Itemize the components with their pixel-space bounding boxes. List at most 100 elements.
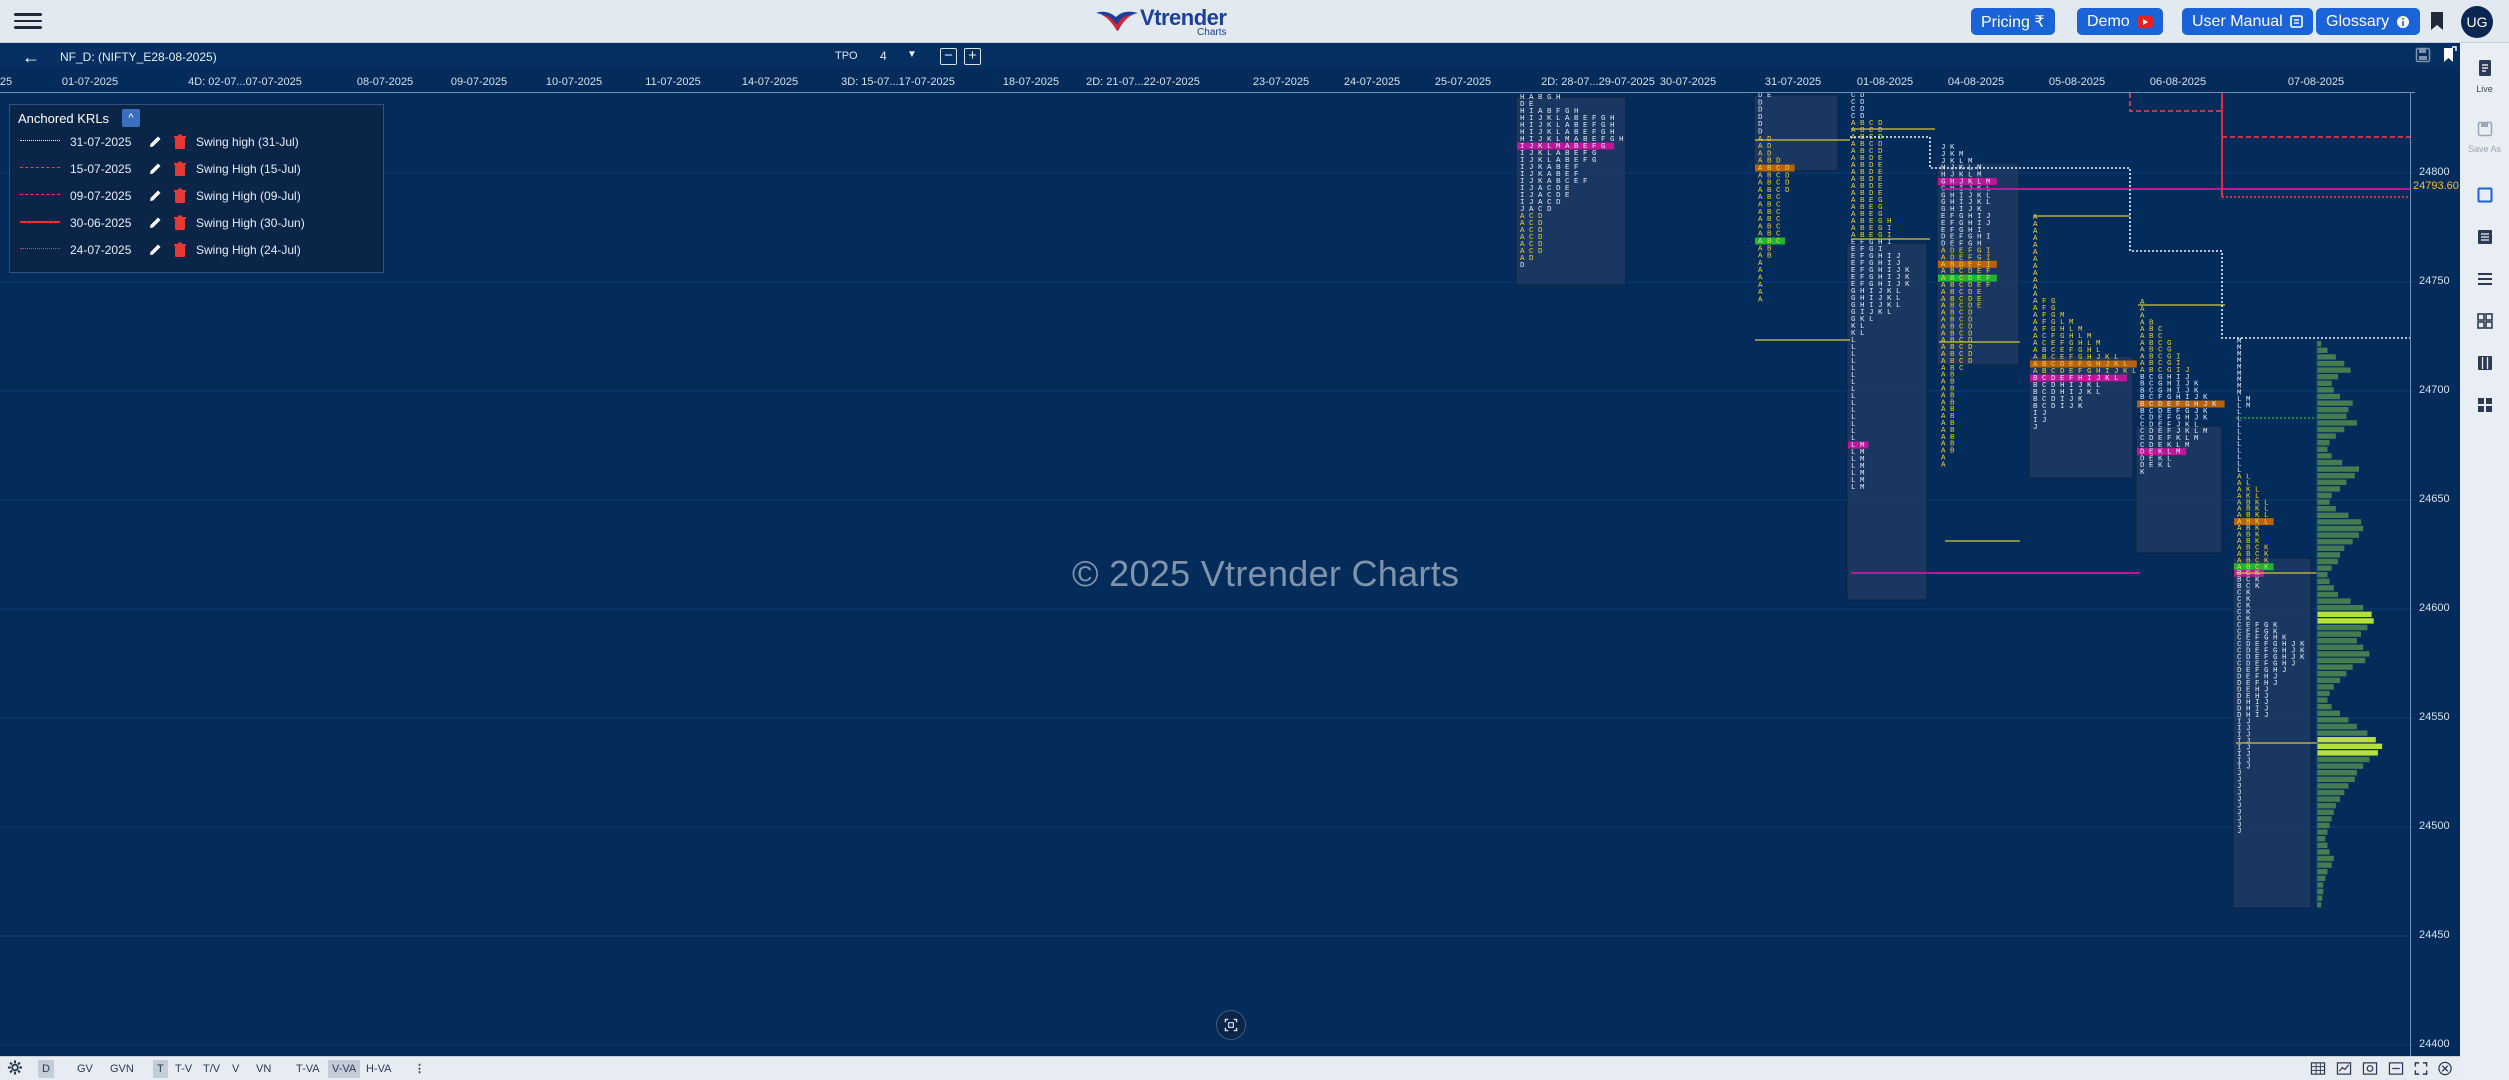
volume-bar [2317,723,2357,730]
pricing-button[interactable]: Pricing ₹ [1971,8,2055,35]
volume-bar [2317,704,2332,710]
more-options-icon[interactable]: ⋮ [410,1060,429,1078]
volume-bar [2317,895,2323,901]
mode-t-slash-v-button[interactable]: T/V [199,1060,224,1078]
volume-bar [2317,552,2341,558]
pencil-icon[interactable] [147,215,163,231]
volume-bar [2317,486,2341,492]
blocks-tool-button[interactable] [2460,397,2509,418]
mode-d-button[interactable]: D [38,1060,54,1078]
zoom-out-button[interactable]: − [940,48,957,65]
volume-bar [2317,888,2324,895]
blocks-icon [2477,398,2492,412]
volume-bar [2317,360,2345,367]
chevron-up-icon[interactable]: ^ [122,109,140,127]
user-manual-button[interactable]: User Manual [2182,8,2313,35]
demo-button[interactable]: Demo [2077,8,2163,35]
symbol-label: NF_D: (NIFTY_E28-08-2025) [60,50,217,64]
volume-bar [2317,862,2332,868]
mode-vn-button[interactable]: VN [252,1060,275,1078]
pencil-icon[interactable] [147,161,163,177]
mode-gv-button[interactable]: GV [73,1060,97,1078]
vtrender-logo[interactable]: Vtrender Charts [1094,4,1227,40]
mode-t-v-button[interactable]: T-V [171,1060,196,1078]
krl-name: Swing High (30-Jun) [196,216,305,230]
chart-header: ← NF_D: (NIFTY_E28-08-2025) TPO 4 ▼ − + [0,43,2460,69]
volume-bar [2317,803,2336,809]
date-axis-label: 09-07-2025 [450,76,508,88]
volume-bar [2317,849,2330,855]
save-icon[interactable] [2415,47,2431,63]
mode-h-va-button[interactable]: H-VA [362,1060,395,1078]
camera-icon[interactable] [2362,1061,2378,1076]
expand-icon[interactable] [2413,1061,2429,1076]
back-arrow-icon[interactable]: ← [22,47,40,68]
volume-bar [2317,644,2364,650]
mode-t-va-button[interactable]: T-VA [292,1060,324,1078]
panel-icon[interactable] [2388,1061,2404,1076]
grid-icon [2476,313,2493,329]
krl-row: 31-07-2025 Swing high (31-Jul) [10,132,385,152]
zoom-in-button[interactable]: + [964,48,981,65]
mode-v-va-button[interactable]: V-VA [328,1060,361,1078]
lines-tool-button[interactable] [2460,271,2509,292]
volume-bar [2317,539,2353,545]
glossary-button[interactable]: Glossary [2316,8,2421,35]
volume-bar [2317,532,2359,538]
volume-bar [2317,433,2336,439]
table-view-icon[interactable] [2310,1061,2326,1076]
date-axis-label: 14-07-2025 [741,76,799,88]
square-tool-button[interactable] [2460,187,2509,208]
live-label: Live [2476,84,2493,94]
chevron-down-icon[interactable]: ▼ [907,49,917,60]
volume-bar [2317,380,2332,386]
pencil-icon[interactable] [147,134,163,150]
date-axis-label: 30-07-2025 [1659,76,1717,88]
volume-bar [2317,525,2364,532]
mode-gvn-button[interactable]: GVN [106,1060,138,1078]
list-tool-button[interactable] [2460,229,2509,250]
date-axis-label: 24-07-2025 [1343,76,1401,88]
trash-icon[interactable] [173,161,187,177]
price-axis-label: 24600 [2419,602,2450,614]
tpo-letters: A [1941,461,1946,469]
menu-icon[interactable] [14,9,42,33]
tpo-letters: A [1758,296,1763,304]
volume-bar [2317,822,2330,829]
trash-icon[interactable] [173,242,187,258]
grid-tool-button[interactable] [2460,313,2509,334]
volume-bar [2317,783,2349,789]
columns-tool-button[interactable] [2460,355,2509,376]
volume-bar [2317,413,2347,419]
bookmark-icon[interactable] [2430,11,2444,31]
line-chart-icon[interactable] [2336,1061,2352,1076]
volume-bar [2317,717,2349,723]
trash-icon[interactable] [173,188,187,204]
fullscreen-icon[interactable] [1216,1010,1246,1040]
volume-bar [2317,466,2359,472]
krl-date: 24-07-2025 [70,243,132,257]
pencil-icon[interactable] [147,242,163,258]
krl-date: 15-07-2025 [70,162,132,176]
mode-v-button[interactable]: V [228,1060,243,1078]
volume-bar [2317,440,2330,446]
pencil-icon[interactable] [147,188,163,204]
krl-line-sample [20,140,60,141]
volume-bar [2317,578,2330,584]
krl-panel-title: Anchored KRLs [18,111,110,126]
close-icon[interactable] [2437,1061,2453,1076]
date-axis-label: 18-07-2025 [1002,76,1060,88]
gear-icon[interactable] [7,1060,23,1075]
live-button[interactable]: Live [2460,59,2509,94]
volume-bar [2317,869,2328,875]
logo-brand-text: Vtrender [1140,4,1227,30]
mode-t-button[interactable]: T [153,1060,168,1078]
trash-icon[interactable] [173,215,187,231]
tpo-size-select[interactable]: 4 [880,49,887,63]
bookmark-flag-icon[interactable] [2441,46,2457,64]
trash-icon[interactable] [173,134,187,150]
avatar[interactable]: UG [2461,6,2493,38]
krl-row: 24-07-2025 Swing High (24-Jul) [10,240,385,260]
krl-name: Swing high (31-Jul) [196,135,299,149]
save-as-button[interactable]: Save As [2460,121,2509,154]
